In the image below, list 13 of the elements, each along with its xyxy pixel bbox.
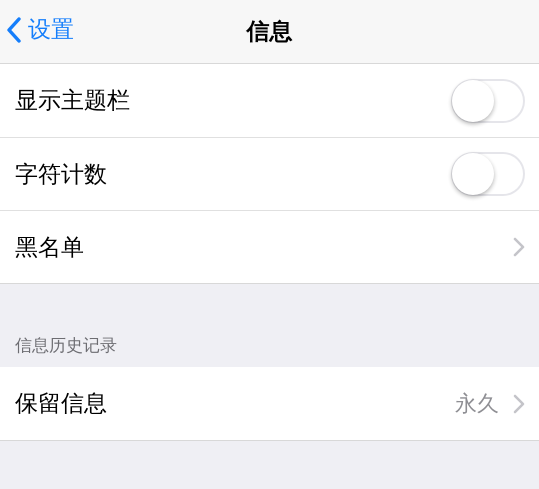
row-label: 显示主题栏 — [15, 87, 131, 116]
row-value: 永久 — [455, 390, 499, 418]
row-label: 黑名单 — [15, 234, 85, 262]
chevron-icon — [513, 394, 525, 414]
back-button[interactable]: 设置 — [6, 14, 74, 45]
chevron-icon — [513, 237, 525, 257]
row-label: 字符计数 — [15, 160, 108, 190]
section-header: 信息历史记录 — [14, 335, 118, 358]
toggle-switch[interactable] — [451, 78, 525, 122]
back-chevron-icon — [6, 16, 22, 44]
toggle-switch[interactable] — [451, 152, 525, 196]
row-label: 保留信息 — [15, 390, 108, 419]
screen-title: 信息 — [246, 18, 292, 47]
